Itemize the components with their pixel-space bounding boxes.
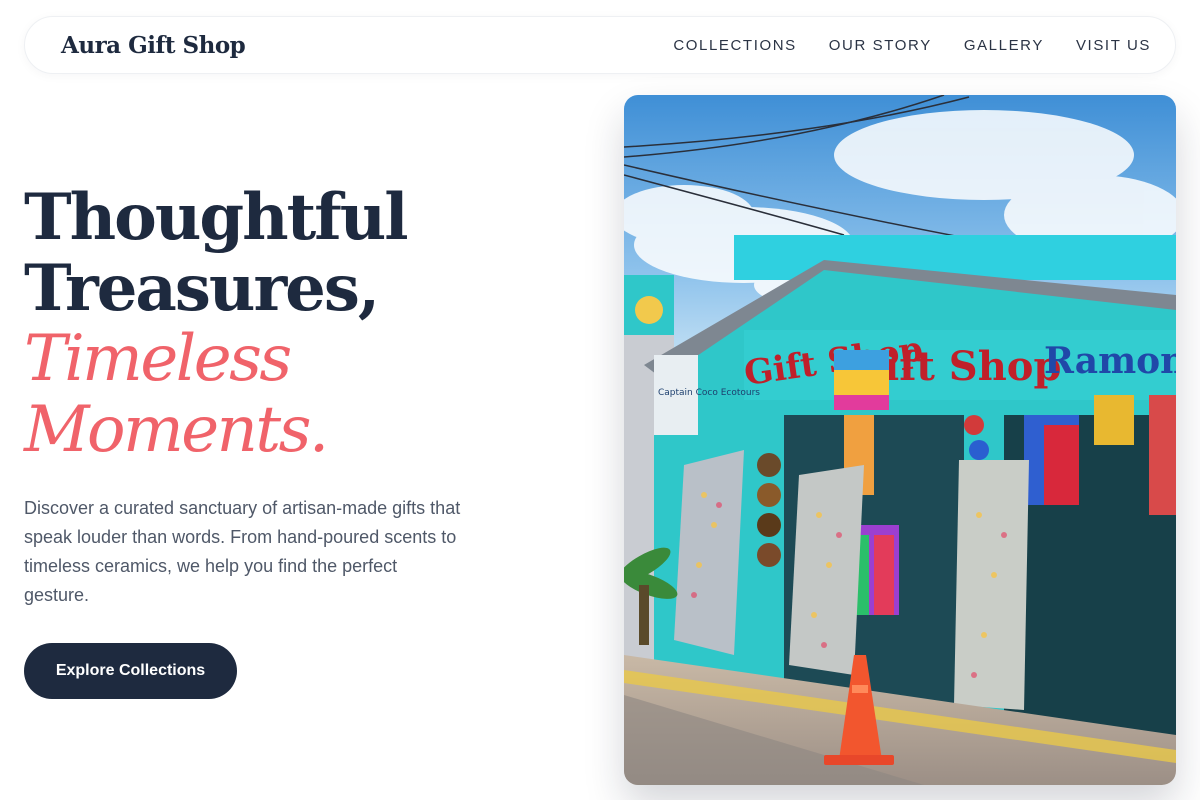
headline-line-4: Moments. [24,393,329,467]
display-panel-left [674,450,744,655]
headline-line-3: Timeless [24,322,292,396]
headline-line-2: Treasures, [24,251,380,326]
explore-collections-button[interactable]: Explore Collections [24,643,237,699]
sign-tour: Captain Coco Ecotours [658,388,760,398]
hero-description: Discover a curated sanctuary of artisan-… [24,498,461,605]
sign-ramon: Ramon [1044,340,1176,382]
display-panel-right [954,460,1029,710]
nav-link-collections[interactable]: COLLECTIONS [673,37,796,54]
headline-line-1: Thoughtful [24,180,409,255]
nav-link-gallery[interactable]: GALLERY [964,37,1044,54]
shop-photo-illustration: Gift Shop ift Shop Ramon Captain Coco Ec… [624,95,1176,785]
nav-link-visit-us[interactable]: VISIT US [1076,37,1151,54]
hero-photo: Gift Shop ift Shop Ramon Captain Coco Ec… [624,95,1176,785]
nav-links: COLLECTIONS OUR STORY GALLERY VISIT US [673,37,1151,54]
navbar: Aura Gift Shop COLLECTIONS OUR STORY GAL… [24,16,1176,74]
sign-gift-shop-main: ift Shop [884,343,1061,390]
logo[interactable]: Aura Gift Shop [61,32,246,59]
hero-headline: Thoughtful Treasures, Timeless Moments. [24,182,484,466]
hero-text: Thoughtful Treasures, Timeless Moments. … [24,182,484,610]
nav-link-our-story[interactable]: OUR STORY [829,37,932,54]
